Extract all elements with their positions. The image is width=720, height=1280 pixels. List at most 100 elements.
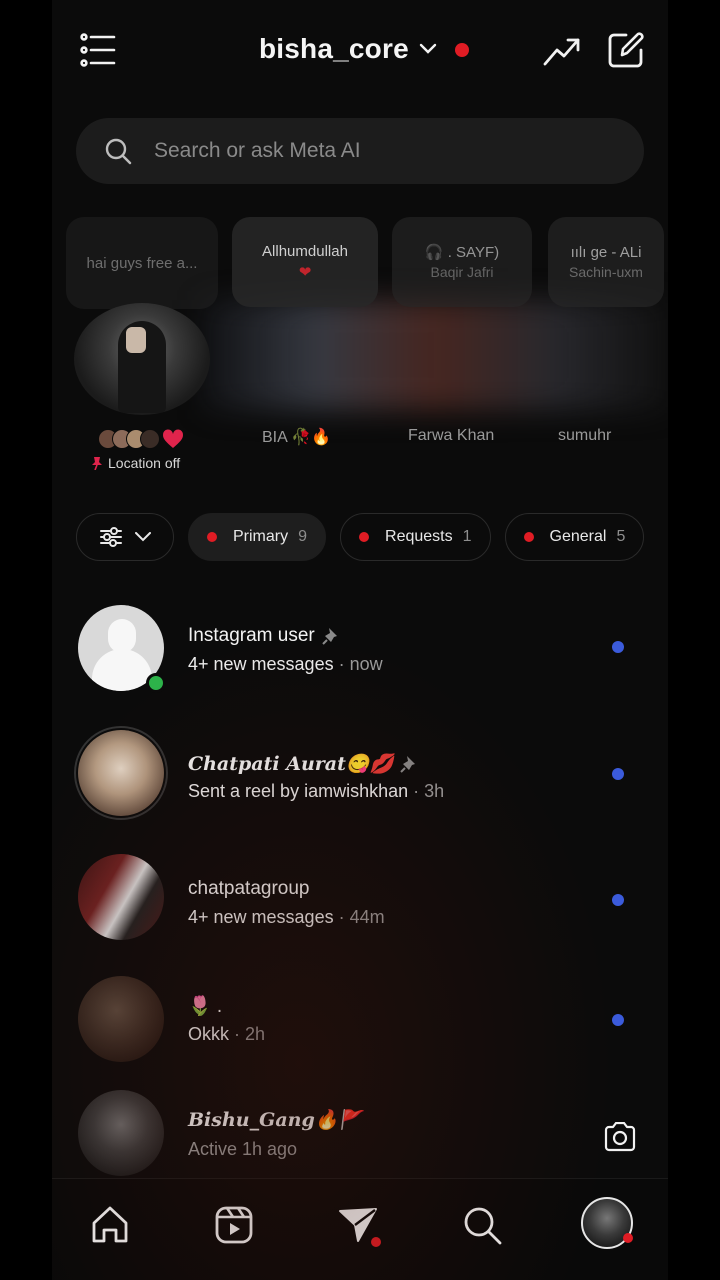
note-subtext: Sachin-uxm: [569, 263, 643, 280]
timestamp: now: [349, 654, 383, 674]
conversation-title: 🌷 .: [188, 994, 222, 1018]
preview-text: 4+ new messages: [188, 907, 334, 927]
separator: ·: [413, 781, 420, 801]
note-bubble[interactable]: 🎧 . SAYF) Baqir Jafri: [392, 217, 532, 307]
conversation-preview: 4+ new messages · now: [188, 654, 383, 675]
pin-icon: [400, 755, 416, 773]
tab-dot: [207, 532, 217, 542]
note-bubble-self[interactable]: hai guys free a...: [66, 217, 218, 309]
conversation-row[interactable]: Instagram user 4+ new messages · now: [52, 593, 668, 703]
location-label: Location off: [108, 455, 181, 471]
separator: ·: [338, 907, 345, 927]
conversation-row[interactable]: chatpatagroup 4+ new messages · 44m: [52, 846, 668, 956]
filter-sliders-icon: [100, 527, 122, 547]
dm-notification-dot: [371, 1237, 381, 1247]
blurred-story-background: [202, 300, 668, 410]
notes-row: hai guys free a... Allhumdullah ❤ 🎧 . SA…: [52, 205, 668, 485]
avatar-body: [92, 649, 152, 691]
timestamp: 44m: [349, 907, 385, 927]
story-name[interactable]: Farwa Khan: [408, 427, 494, 445]
my-story-avatar[interactable]: [74, 303, 210, 415]
tab-requests[interactable]: Requests 1: [340, 513, 491, 561]
online-indicator: [146, 673, 166, 693]
conversation-name: Instagram user: [188, 625, 315, 646]
separator: ·: [234, 1024, 241, 1044]
unread-indicator: [612, 894, 624, 906]
friends-avatars: [98, 429, 184, 449]
pin-icon: [322, 628, 337, 645]
reels-icon[interactable]: [212, 1203, 256, 1247]
conversation-preview: Okkk · 2h: [188, 1024, 265, 1045]
preview-text: Sent a reel by iamwishkhan: [188, 781, 409, 801]
compose-icon[interactable]: [606, 30, 646, 70]
camera-icon[interactable]: [603, 1122, 637, 1152]
avatar: [78, 1090, 164, 1176]
avatar: [78, 854, 164, 940]
note-text: ıılı ge - ALi: [570, 243, 642, 261]
avatar: [78, 730, 164, 816]
conversation-name: chatpatagroup: [188, 878, 310, 899]
conversation-title: Chatpati Aurat😋💋: [188, 752, 419, 775]
search-icon: [105, 138, 132, 165]
account-switcher[interactable]: bisha_core: [259, 33, 437, 65]
tab-count: 5: [616, 528, 626, 545]
location-status[interactable]: Location off: [90, 455, 180, 471]
tab-label: Primary: [233, 528, 289, 545]
timestamp: 2h: [245, 1024, 266, 1044]
bottom-nav: [52, 1178, 668, 1280]
home-icon[interactable]: [88, 1203, 132, 1247]
note-subtext: Baqir Jafri: [430, 263, 494, 280]
unread-indicator: [612, 641, 624, 653]
conversation-name: Chatpati Aurat😋💋: [188, 753, 394, 775]
menu-list-icon[interactable]: [80, 32, 116, 68]
tab-general[interactable]: General 5: [504, 513, 645, 561]
conversation-name: 🌷 .: [188, 996, 223, 1017]
chevron-down-icon: [135, 532, 151, 542]
tab-label: General: [549, 528, 607, 545]
heart-icon: [162, 429, 184, 448]
trending-icon[interactable]: [542, 34, 582, 68]
pin-icon: [92, 457, 102, 470]
preview-text: Okkk: [188, 1024, 230, 1044]
unread-indicator: [612, 1014, 624, 1026]
inbox-screen: bisha_core hai guys free a... Allhumd: [52, 0, 668, 1280]
inbox-tabs: Primary 9 Requests 1 General 5: [76, 513, 645, 561]
conversation-row[interactable]: 🌷 . Okkk · 2h: [52, 966, 668, 1076]
tab-count: 9: [298, 528, 308, 545]
note-bubble[interactable]: Allhumdullah ❤: [232, 217, 378, 307]
story-name[interactable]: sumuhr: [558, 427, 611, 445]
unread-indicator: [612, 768, 624, 780]
story-name[interactable]: BIA 🥀🔥: [262, 427, 331, 447]
preview-text: 4+ new messages: [188, 654, 334, 674]
search-input[interactable]: [154, 139, 614, 163]
separator: ·: [338, 654, 345, 674]
search-icon[interactable]: [460, 1203, 504, 1247]
header: bisha_core: [52, 0, 668, 104]
tab-primary[interactable]: Primary 9: [188, 513, 327, 561]
note-text: 🎧 . SAYF): [424, 243, 500, 261]
avatar: [78, 976, 164, 1062]
conversation-title: Bishu_Gang🔥🚩: [188, 1108, 362, 1131]
chevron-down-icon: [419, 43, 437, 54]
note-bubble[interactable]: ıılı ge - ALi Sachin-uxm: [548, 217, 664, 307]
search-bar[interactable]: [76, 118, 644, 184]
heart-note-icon: ❤: [298, 264, 312, 281]
conversation-preview: Sent a reel by iamwishkhan · 3h: [188, 781, 444, 802]
filter-button[interactable]: [76, 513, 174, 561]
tab-label: Requests: [385, 528, 453, 545]
avatar-phone: [126, 327, 146, 353]
conversation-preview: 4+ new messages · 44m: [188, 907, 385, 928]
mini-avatar: [140, 429, 160, 449]
conversation-preview: Active 1h ago: [188, 1139, 297, 1160]
note-text: hai guys free a...: [86, 254, 198, 272]
account-name: bisha_core: [259, 33, 409, 64]
timestamp: 3h: [424, 781, 445, 801]
conversation-title: Instagram user: [188, 625, 341, 647]
conversation-row[interactable]: Chatpati Aurat😋💋 Sent a reel by iamwishk…: [52, 720, 668, 830]
account-notification-dot: [455, 43, 469, 57]
profile-notification-dot: [623, 1233, 633, 1243]
tab-dot: [359, 532, 370, 542]
preview-text: Active 1h ago: [188, 1139, 298, 1159]
tab-dot: [523, 532, 534, 542]
conversation-name: Bishu_Gang🔥🚩: [188, 1109, 363, 1131]
